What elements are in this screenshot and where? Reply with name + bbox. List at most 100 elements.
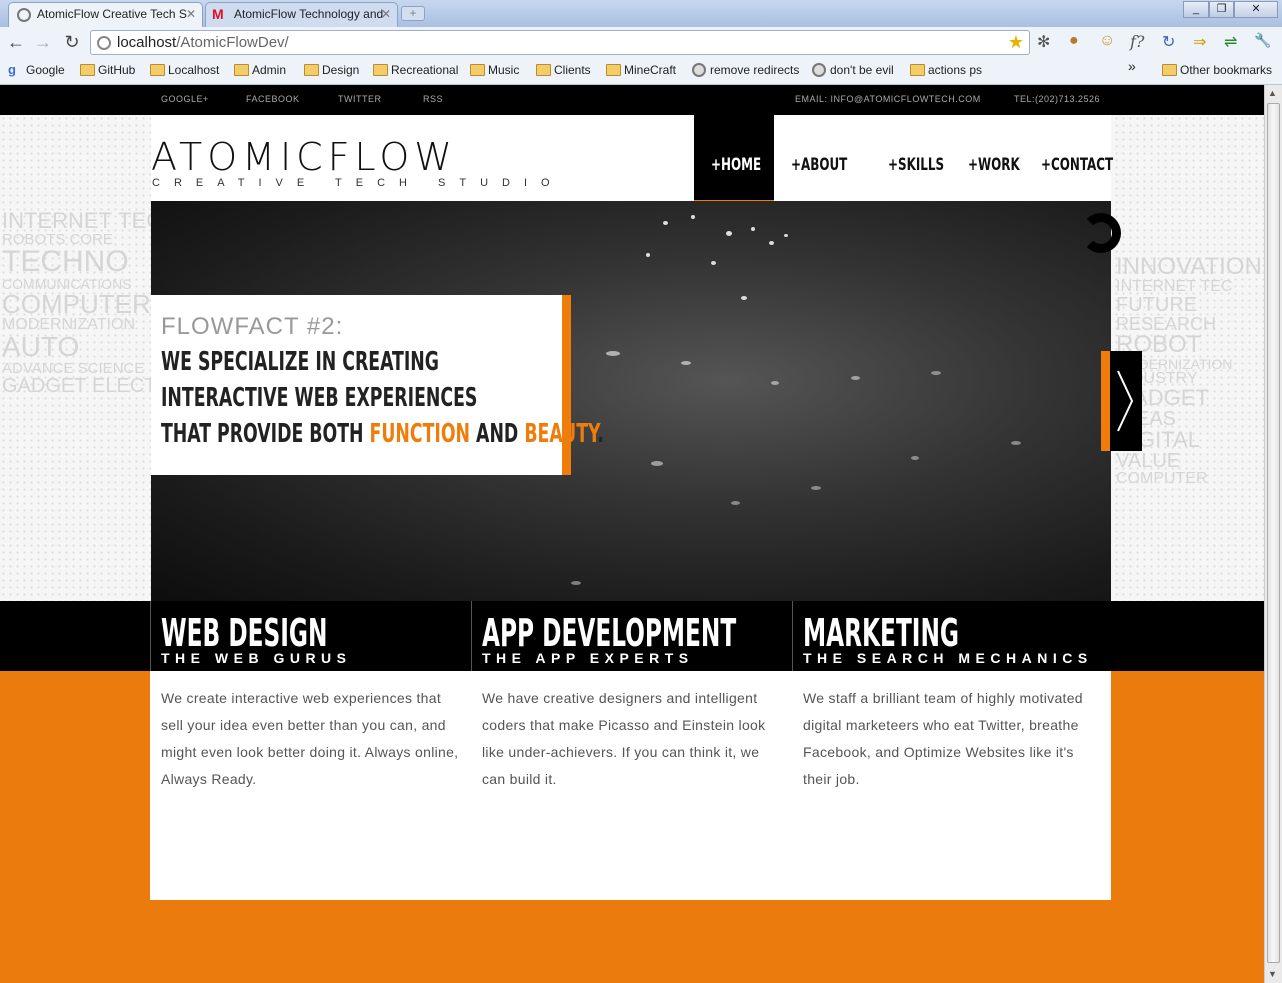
nav-about[interactable]: +ABOUT — [791, 155, 847, 175]
folder-icon — [606, 64, 621, 76]
facebook-link[interactable]: FACEBOOK — [246, 94, 300, 104]
globe-icon — [812, 63, 826, 77]
bookmark-star-icon[interactable]: ★ — [1008, 32, 1024, 53]
bookmark-folder-clients[interactable]: Clients — [536, 63, 591, 77]
vertical-scrollbar[interactable]: ▲ ▼ — [1264, 85, 1282, 983]
back-button[interactable]: ← — [5, 32, 27, 53]
twitter-link[interactable]: TWITTER — [338, 94, 382, 104]
restore-button[interactable]: ❐ — [1209, 1, 1234, 18]
folder-icon — [304, 64, 319, 76]
flowfact-line-3: THAT PROVIDE BOTH FUNCTION AND BEAUTY. — [161, 419, 604, 449]
refresh-arrow-icon[interactable]: ↻ — [1162, 32, 1175, 52]
bookmarks-bar: g Google GitHub Localhost Admin Design Re… — [0, 57, 1282, 85]
water-drop — [691, 215, 695, 219]
page-viewport: GOOGLE+ FACEBOOK TWITTER RSS EMAIL: INFO… — [0, 85, 1264, 983]
bookmark-remove-redirects[interactable]: remove redirects — [692, 63, 799, 77]
service-title: MARKETING — [803, 611, 959, 655]
new-tab-button[interactable]: + — [401, 6, 425, 21]
site-tagline: CREATIVE TECH STUDIO — [152, 177, 564, 189]
water-drop — [646, 253, 650, 257]
nav-skills[interactable]: +SKILLS — [888, 155, 944, 175]
service-subtitle: THE WEB GURUS — [161, 650, 352, 666]
highlight-function: FUNCTION — [369, 419, 471, 449]
nav-contact[interactable]: +CONTACT — [1041, 155, 1113, 175]
water-drop — [911, 456, 919, 460]
wrench-icon[interactable]: 🔧 — [1254, 32, 1271, 49]
bookmark-folder-localhost[interactable]: Localhost — [150, 63, 219, 77]
column-divider — [471, 601, 472, 671]
water-drop — [663, 221, 668, 225]
service-web-design: WEB DESIGN THE WEB GURUS We create inter… — [150, 601, 471, 900]
folder-icon — [1162, 64, 1177, 76]
email-link[interactable]: EMAIL: INFO@ATOMICFLOWTECH.COM — [795, 94, 981, 104]
minimize-button[interactable]: _ — [1183, 1, 1209, 18]
tab-atomicflow-creative[interactable]: AtomicFlow Creative Tech S ✕ — [8, 2, 203, 27]
close-tab-icon[interactable]: ✕ — [186, 7, 196, 21]
bookmark-google[interactable]: g Google — [8, 62, 65, 77]
service-subtitle: THE APP EXPERTS — [482, 650, 694, 666]
folder-icon — [373, 64, 388, 76]
phone-link[interactable]: TEL:(202)713.2526 — [1014, 94, 1100, 104]
folder-icon — [470, 64, 485, 76]
nav-home[interactable]: +HOME — [711, 155, 761, 175]
tab-atomicflow-technology[interactable]: M AtomicFlow Technology and ✕ — [205, 2, 398, 27]
translate-icon[interactable]: ⇌ — [1224, 32, 1237, 52]
service-title: WEB DESIGN — [161, 611, 328, 655]
bookmarks-overflow-button[interactable]: » — [1128, 58, 1136, 74]
cookie-icon[interactable]: ● — [1069, 32, 1079, 50]
chevron-right-icon — [1117, 370, 1134, 432]
water-drop — [769, 241, 774, 245]
bookmark-folder-minecraft[interactable]: MineCraft — [606, 63, 676, 77]
nav-work[interactable]: +WORK — [968, 155, 1020, 175]
plug-icon[interactable]: ⇒ — [1193, 32, 1206, 52]
google-icon: g — [8, 62, 16, 77]
highlight-beauty: BEAUTY — [524, 419, 598, 449]
address-bar[interactable]: localhost/AtomicFlowDev/ ★ — [90, 30, 1030, 55]
water-drop — [741, 296, 747, 300]
column-divider — [150, 601, 151, 671]
forward-button[interactable]: → — [32, 32, 54, 53]
scrollbar-thumb[interactable] — [1267, 103, 1280, 963]
rss-link[interactable]: RSS — [423, 94, 443, 104]
water-drop — [1011, 441, 1021, 445]
water-drop — [851, 376, 860, 380]
flowfact-line-1: WE SPECIALIZE IN CREATING — [161, 347, 439, 377]
water-drop — [726, 231, 732, 236]
water-drop — [731, 501, 740, 505]
scroll-down-icon[interactable]: ▼ — [1268, 969, 1277, 979]
flowfact-line-2: INTERACTIVE WEB EXPERIENCES — [161, 383, 478, 413]
bookmark-folder-github[interactable]: GitHub — [80, 63, 135, 77]
bookmark-folder-admin[interactable]: Admin — [234, 63, 286, 77]
bookmark-folder-music[interactable]: Music — [470, 63, 519, 77]
bookmark-folder-design[interactable]: Design — [304, 63, 359, 77]
bookmark-other-bookmarks[interactable]: Other bookmarks — [1162, 63, 1272, 77]
scroll-up-icon[interactable]: ▲ — [1268, 88, 1277, 98]
globe-icon — [692, 63, 706, 77]
close-tab-icon[interactable]: ✕ — [381, 7, 391, 21]
reload-button[interactable]: ↻ — [61, 32, 83, 53]
water-drop — [751, 227, 755, 231]
service-subtitle: THE SEARCH MECHANICS — [803, 650, 1093, 666]
face-icon[interactable]: ☺ — [1099, 32, 1115, 50]
water-drop — [606, 351, 620, 356]
tab-title: AtomicFlow Technology and — [234, 7, 384, 21]
water-drop — [681, 361, 691, 365]
google-plus-link[interactable]: GOOGLE+ — [161, 94, 209, 104]
water-drop — [571, 581, 581, 585]
bookmark-dont-be-evil[interactable]: don't be evil — [812, 63, 894, 77]
slide-loader-icon — [1081, 213, 1121, 253]
water-drop — [651, 461, 663, 466]
gear-icon[interactable]: ✻ — [1037, 32, 1050, 52]
site-logo[interactable]: ATOMICFLOW — [151, 135, 457, 179]
gmail-icon: M — [212, 6, 224, 22]
bookmark-folder-actions-ps[interactable]: actions ps — [910, 63, 982, 77]
service-description: We have creative designers and intellige… — [482, 690, 766, 787]
globe-icon — [97, 36, 111, 50]
bookmark-folder-recreational[interactable]: Recreational — [373, 63, 458, 77]
site-topbar: GOOGLE+ FACEBOOK TWITTER RSS EMAIL: INFO… — [0, 85, 1264, 115]
url-text: localhost/AtomicFlowDev/ — [117, 34, 289, 51]
next-slide-button[interactable] — [1101, 351, 1142, 451]
formula-icon[interactable]: f? — [1130, 32, 1145, 51]
close-window-button[interactable]: ✕ — [1234, 1, 1278, 18]
folder-icon — [536, 64, 551, 76]
